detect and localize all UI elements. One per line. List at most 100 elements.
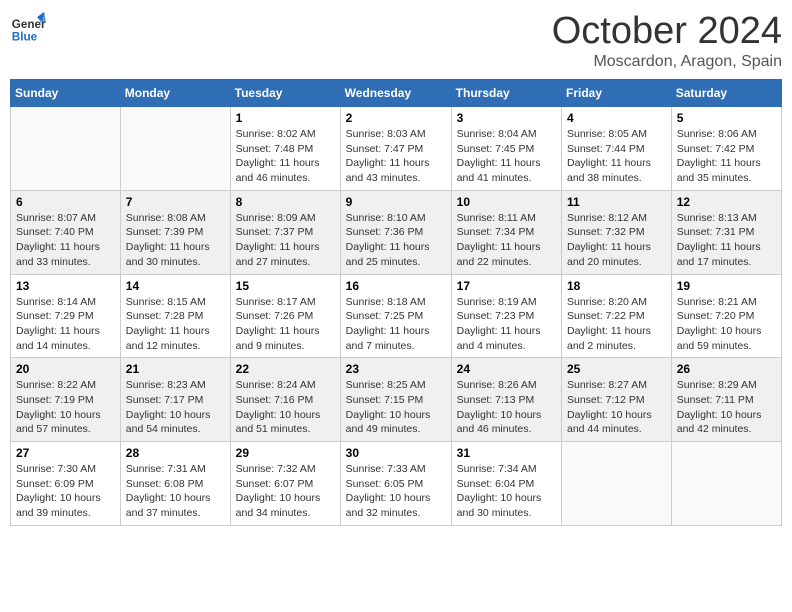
header-cell: Thursday <box>451 80 561 107</box>
day-info: Sunrise: 8:20 AM Sunset: 7:22 PM Dayligh… <box>567 295 666 354</box>
day-number: 15 <box>236 279 335 293</box>
day-number: 4 <box>567 111 666 125</box>
calendar-cell: 11 Sunrise: 8:12 AM Sunset: 7:32 PM Dayli… <box>562 190 672 274</box>
day-number: 28 <box>126 446 225 460</box>
day-info: Sunrise: 8:08 AM Sunset: 7:39 PM Dayligh… <box>126 211 225 270</box>
day-info: Sunrise: 7:30 AM Sunset: 6:09 PM Dayligh… <box>16 462 115 521</box>
day-info: Sunrise: 7:34 AM Sunset: 6:04 PM Dayligh… <box>457 462 556 521</box>
calendar-cell: 14 Sunrise: 8:15 AM Sunset: 7:28 PM Dayli… <box>120 274 230 358</box>
calendar-cell: 27 Sunrise: 7:30 AM Sunset: 6:09 PM Dayli… <box>11 442 121 526</box>
calendar-cell: 25Sunrise: 8:27 AM Sunset: 7:12 PM Dayli… <box>562 358 672 442</box>
calendar-cell: 8 Sunrise: 8:09 AM Sunset: 7:37 PM Daylig… <box>230 190 340 274</box>
day-number: 12 <box>677 195 776 209</box>
day-number: 7 <box>126 195 225 209</box>
calendar-cell: 23 Sunrise: 8:25 AM Sunset: 7:15 PM Dayli… <box>340 358 451 442</box>
location: Moscardon, Aragon, Spain <box>552 53 782 71</box>
day-number: 26 <box>677 362 776 376</box>
day-number: 31 <box>457 446 556 460</box>
calendar-table: SundayMondayTuesdayWednesdayThursdayFrid… <box>10 79 782 526</box>
logo-icon: General Blue <box>10 10 46 46</box>
day-number: 14 <box>126 279 225 293</box>
header-cell: Sunday <box>11 80 121 107</box>
calendar-cell: 29 Sunrise: 7:32 AM Sunset: 6:07 PM Dayli… <box>230 442 340 526</box>
day-info: Sunrise: 8:29 AM Sunset: 7:11 PM Dayligh… <box>677 378 776 437</box>
day-number: 25 <box>567 362 666 376</box>
day-number: 30 <box>346 446 446 460</box>
day-number: 27 <box>16 446 115 460</box>
day-number: 18 <box>567 279 666 293</box>
calendar-week-row: 1 Sunrise: 8:02 AM Sunset: 7:48 PM Daylig… <box>11 107 782 191</box>
day-number: 6 <box>16 195 115 209</box>
calendar-cell: 4Sunrise: 8:05 AM Sunset: 7:44 PM Daylig… <box>562 107 672 191</box>
calendar-cell: 30Sunrise: 7:33 AM Sunset: 6:05 PM Dayli… <box>340 442 451 526</box>
calendar-cell <box>671 442 781 526</box>
calendar-week-row: 13Sunrise: 8:14 AM Sunset: 7:29 PM Dayli… <box>11 274 782 358</box>
day-info: Sunrise: 8:13 AM Sunset: 7:31 PM Dayligh… <box>677 211 776 270</box>
day-number: 22 <box>236 362 335 376</box>
day-info: Sunrise: 8:12 AM Sunset: 7:32 PM Dayligh… <box>567 211 666 270</box>
day-number: 3 <box>457 111 556 125</box>
day-info: Sunrise: 8:15 AM Sunset: 7:28 PM Dayligh… <box>126 295 225 354</box>
calendar-cell: 2Sunrise: 8:03 AM Sunset: 7:47 PM Daylig… <box>340 107 451 191</box>
day-info: Sunrise: 8:10 AM Sunset: 7:36 PM Dayligh… <box>346 211 446 270</box>
day-number: 10 <box>457 195 556 209</box>
calendar-cell: 3Sunrise: 8:04 AM Sunset: 7:45 PM Daylig… <box>451 107 561 191</box>
svg-text:Blue: Blue <box>12 31 38 44</box>
calendar-cell <box>120 107 230 191</box>
calendar-cell <box>562 442 672 526</box>
calendar-cell: 10Sunrise: 8:11 AM Sunset: 7:34 PM Dayli… <box>451 190 561 274</box>
day-number: 8 <box>236 195 335 209</box>
day-info: Sunrise: 7:32 AM Sunset: 6:07 PM Dayligh… <box>236 462 335 521</box>
day-info: Sunrise: 8:26 AM Sunset: 7:13 PM Dayligh… <box>457 378 556 437</box>
day-number: 5 <box>677 111 776 125</box>
logo: General Blue <box>10 10 46 46</box>
day-number: 21 <box>126 362 225 376</box>
calendar-cell: 6Sunrise: 8:07 AM Sunset: 7:40 PM Daylig… <box>11 190 121 274</box>
day-info: Sunrise: 8:02 AM Sunset: 7:48 PM Dayligh… <box>236 127 335 186</box>
day-info: Sunrise: 7:31 AM Sunset: 6:08 PM Dayligh… <box>126 462 225 521</box>
day-number: 17 <box>457 279 556 293</box>
title-block: October 2024 Moscardon, Aragon, Spain <box>552 10 782 71</box>
day-number: 2 <box>346 111 446 125</box>
calendar-week-row: 20 Sunrise: 8:22 AM Sunset: 7:19 PM Dayli… <box>11 358 782 442</box>
calendar-cell <box>11 107 121 191</box>
calendar-cell: 1 Sunrise: 8:02 AM Sunset: 7:48 PM Daylig… <box>230 107 340 191</box>
calendar-cell: 16 Sunrise: 8:18 AM Sunset: 7:25 PM Dayli… <box>340 274 451 358</box>
calendar-cell: 28 Sunrise: 7:31 AM Sunset: 6:08 PM Dayli… <box>120 442 230 526</box>
calendar-week-row: 6Sunrise: 8:07 AM Sunset: 7:40 PM Daylig… <box>11 190 782 274</box>
calendar-cell: 13Sunrise: 8:14 AM Sunset: 7:29 PM Dayli… <box>11 274 121 358</box>
header-cell: Wednesday <box>340 80 451 107</box>
day-number: 11 <box>567 195 666 209</box>
day-info: Sunrise: 8:23 AM Sunset: 7:17 PM Dayligh… <box>126 378 225 437</box>
day-number: 19 <box>677 279 776 293</box>
calendar-cell: 9 Sunrise: 8:10 AM Sunset: 7:36 PM Daylig… <box>340 190 451 274</box>
day-number: 29 <box>236 446 335 460</box>
page-header: General Blue October 2024 Moscardon, Ara… <box>10 10 782 71</box>
day-info: Sunrise: 8:25 AM Sunset: 7:15 PM Dayligh… <box>346 378 446 437</box>
day-info: Sunrise: 8:06 AM Sunset: 7:42 PM Dayligh… <box>677 127 776 186</box>
calendar-cell: 17 Sunrise: 8:19 AM Sunset: 7:23 PM Dayli… <box>451 274 561 358</box>
calendar-cell: 12 Sunrise: 8:13 AM Sunset: 7:31 PM Dayli… <box>671 190 781 274</box>
calendar-cell: 7 Sunrise: 8:08 AM Sunset: 7:39 PM Daylig… <box>120 190 230 274</box>
day-number: 24 <box>457 362 556 376</box>
calendar-cell: 24 Sunrise: 8:26 AM Sunset: 7:13 PM Dayli… <box>451 358 561 442</box>
day-info: Sunrise: 8:17 AM Sunset: 7:26 PM Dayligh… <box>236 295 335 354</box>
calendar-week-row: 27 Sunrise: 7:30 AM Sunset: 6:09 PM Dayli… <box>11 442 782 526</box>
calendar-cell: 19 Sunrise: 8:21 AM Sunset: 7:20 PM Dayli… <box>671 274 781 358</box>
day-number: 16 <box>346 279 446 293</box>
calendar-cell: 20 Sunrise: 8:22 AM Sunset: 7:19 PM Dayli… <box>11 358 121 442</box>
day-info: Sunrise: 8:09 AM Sunset: 7:37 PM Dayligh… <box>236 211 335 270</box>
day-info: Sunrise: 8:18 AM Sunset: 7:25 PM Dayligh… <box>346 295 446 354</box>
header-cell: Saturday <box>671 80 781 107</box>
header-cell: Friday <box>562 80 672 107</box>
day-info: Sunrise: 8:21 AM Sunset: 7:20 PM Dayligh… <box>677 295 776 354</box>
day-number: 20 <box>16 362 115 376</box>
month-title: October 2024 <box>552 10 782 53</box>
day-number: 23 <box>346 362 446 376</box>
calendar-cell: 22Sunrise: 8:24 AM Sunset: 7:16 PM Dayli… <box>230 358 340 442</box>
day-info: Sunrise: 8:19 AM Sunset: 7:23 PM Dayligh… <box>457 295 556 354</box>
calendar-cell: 18 Sunrise: 8:20 AM Sunset: 7:22 PM Dayli… <box>562 274 672 358</box>
day-info: Sunrise: 8:22 AM Sunset: 7:19 PM Dayligh… <box>16 378 115 437</box>
day-number: 1 <box>236 111 335 125</box>
day-number: 9 <box>346 195 446 209</box>
